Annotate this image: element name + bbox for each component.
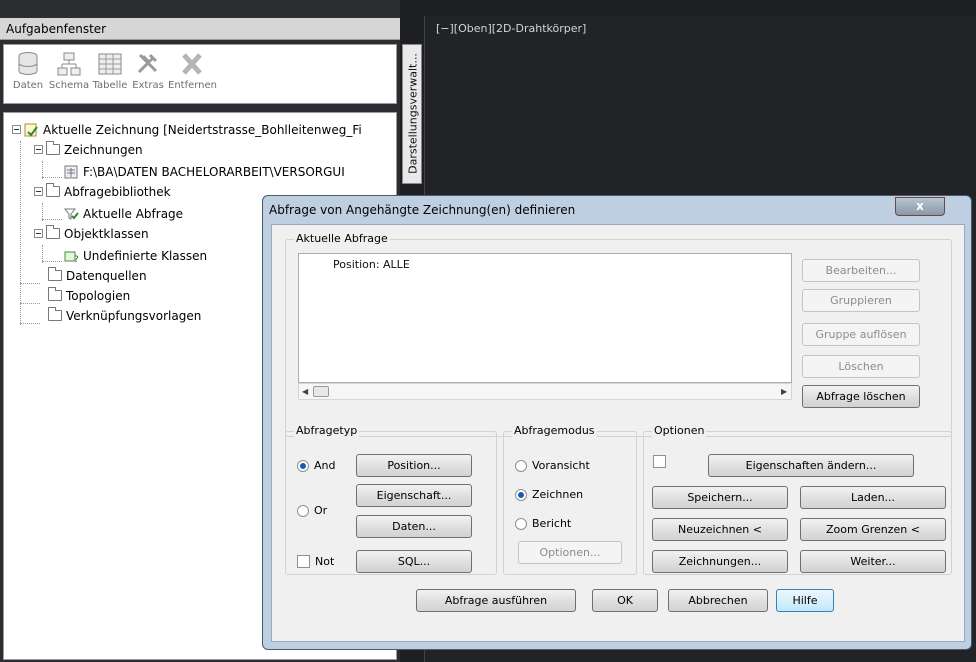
daten-button[interactable]: Daten... xyxy=(356,515,472,538)
not-checkbox[interactable] xyxy=(297,555,310,568)
undefined-class-icon: ? xyxy=(64,249,79,265)
toolbar-daten-button[interactable]: Daten xyxy=(8,51,48,91)
toolbar-tabelle-button[interactable]: Tabelle xyxy=(90,51,130,91)
scroll-left-icon[interactable]: ◀ xyxy=(302,387,308,396)
folder-icon xyxy=(48,307,62,321)
abfrage-ausfuehren-button[interactable]: Abfrage ausführen xyxy=(416,589,576,612)
zeichnungen-button[interactable]: Zeichnungen... xyxy=(652,550,788,573)
tree-node-datenquellen[interactable]: Datenquellen xyxy=(48,267,147,289)
tree-root-current-drawing[interactable]: Aktuelle Zeichnung [Neidertstrasse_Bohll… xyxy=(12,123,362,143)
toolbar-schema-button[interactable]: Schema xyxy=(48,51,90,91)
scroll-right-icon[interactable]: ▶ xyxy=(781,387,787,396)
speichern-button[interactable]: Speichern... xyxy=(652,486,788,509)
eigenschaft-button[interactable]: Eigenschaft... xyxy=(356,484,472,507)
neuzeichnen-button[interactable]: Neuzeichnen < xyxy=(652,518,788,541)
attached-drawing-icon xyxy=(64,165,79,179)
database-icon xyxy=(8,51,48,77)
dialog-body: Aktuelle Abfrage Position: ALLE ◀ ▶ Bear… xyxy=(271,224,965,642)
table-icon xyxy=(90,51,130,77)
close-button[interactable]: x xyxy=(895,197,945,216)
position-button[interactable]: Position... xyxy=(356,454,472,477)
tab-darstellungsverwaltung[interactable]: Darstellungsverwalt... xyxy=(402,44,422,184)
folder-icon xyxy=(46,225,60,239)
collapse-toggle-icon[interactable] xyxy=(12,125,21,134)
abbrechen-button[interactable]: Abbrechen xyxy=(668,589,768,612)
tree-node-undefinierte-klassen[interactable]: ? Undefinierte Klassen xyxy=(64,249,207,269)
bearbeiten-button[interactable]: Bearbeiten... xyxy=(802,259,920,282)
tree-node-abfragebibliothek[interactable]: Abfragebibliothek xyxy=(34,183,171,205)
current-query-textbox[interactable]: Position: ALLE xyxy=(298,253,792,383)
zoom-grenzen-button[interactable]: Zoom Grenzen < xyxy=(800,518,946,541)
schema-icon xyxy=(48,51,90,77)
tree-node-objektklassen[interactable]: Objektklassen xyxy=(34,225,149,247)
task-pane-toolbar: Daten Schema Tabelle Extras Entfernen xyxy=(3,44,397,104)
toolbar-extras-button[interactable]: Extras xyxy=(130,51,166,91)
tree-node-zeichnungen[interactable]: Zeichnungen xyxy=(34,141,143,163)
weiter-button[interactable]: Weiter... xyxy=(800,550,946,573)
viewport-controls-label[interactable]: [−][Oben][2D-Drahtkörper] xyxy=(436,22,586,35)
zeichnen-radio[interactable] xyxy=(515,489,527,501)
close-icon: x xyxy=(916,199,924,213)
folder-icon xyxy=(46,183,60,197)
folder-icon xyxy=(48,267,62,281)
eigenschaften-aendern-button[interactable]: Eigenschaften ändern... xyxy=(708,454,914,477)
loeschen-button[interactable]: Löschen xyxy=(802,355,920,378)
abfrage-loeschen-button[interactable]: Abfrage löschen xyxy=(802,385,920,408)
eigenschaften-checkbox[interactable] xyxy=(653,455,666,468)
bericht-radio[interactable] xyxy=(515,518,527,530)
folder-icon xyxy=(46,141,60,155)
define-query-dialog: Abfrage von Angehängte Zeichnung(en) def… xyxy=(262,195,972,650)
query-horizontal-scrollbar[interactable]: ◀ ▶ xyxy=(298,383,792,400)
scroll-thumb[interactable] xyxy=(313,386,329,397)
drawing-icon xyxy=(24,123,39,137)
ok-button[interactable]: OK xyxy=(592,589,658,612)
hilfe-button[interactable]: Hilfe xyxy=(776,589,834,612)
remove-icon xyxy=(168,51,216,77)
voransicht-radio[interactable] xyxy=(515,460,527,472)
folder-icon xyxy=(48,287,62,301)
laden-button[interactable]: Laden... xyxy=(800,486,946,509)
tree-node-aktuelle-abfrage[interactable]: Aktuelle Abfrage xyxy=(63,207,183,227)
collapse-toggle-icon[interactable] xyxy=(34,145,43,154)
tree-node-topologien[interactable]: Topologien xyxy=(48,287,130,309)
tree-node-verknuepfungsvorlagen[interactable]: Verknüpfungsvorlagen xyxy=(48,307,201,329)
gruppieren-button[interactable]: Gruppieren xyxy=(802,289,920,312)
collapse-toggle-icon[interactable] xyxy=(34,187,43,196)
svg-text:?: ? xyxy=(74,255,79,263)
tree-node-zeichnung-path[interactable]: F:\BA\DATEN BACHELORARBEIT\VERSORGUI xyxy=(64,165,345,185)
sql-button[interactable]: SQL... xyxy=(356,550,472,573)
collapse-toggle-icon[interactable] xyxy=(34,229,43,238)
gruppe-aufloesen-button[interactable]: Gruppe auflösen xyxy=(802,323,920,346)
task-pane-title: Aufgabenfenster xyxy=(0,18,400,40)
dialog-title: Abfrage von Angehängte Zeichnung(en) def… xyxy=(269,203,576,217)
toolbar-entfernen-button[interactable]: Entfernen xyxy=(168,51,217,91)
and-radio[interactable] xyxy=(297,460,309,472)
query-filter-icon xyxy=(63,207,79,221)
or-radio[interactable] xyxy=(297,505,309,517)
tools-icon xyxy=(130,51,166,77)
modus-optionen-button[interactable]: Optionen... xyxy=(518,541,622,564)
